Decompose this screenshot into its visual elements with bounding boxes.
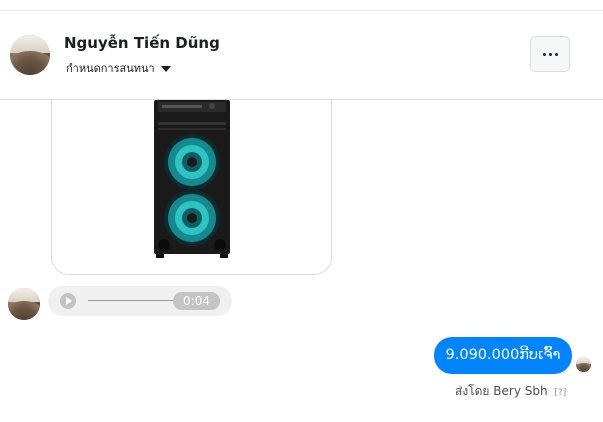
sender-name-link[interactable]: Bery Sbh [493,384,547,398]
audio-duration: 0:04 [173,292,220,310]
contact-avatar-small[interactable] [8,288,40,320]
sent-by-info: ส่งโดย Bery Sbh [?] [455,382,566,401]
help-link[interactable]: [?] [554,388,566,398]
contact-name[interactable]: Nguyễn Tiến Dũng [64,34,220,52]
conversation-settings-label: กำหนดการสนทนา [66,62,155,75]
caret-down-icon [160,65,171,72]
read-receipt-avatar [576,357,591,372]
shared-image-card[interactable] [51,100,332,275]
more-dots-icon [542,52,558,56]
audio-progress-track[interactable] [88,300,174,301]
audio-message-player: 0:04 [48,286,232,316]
conversation-header: Nguyễn Tiến Dũng กำหนดการสนทนา [0,11,603,100]
contact-avatar[interactable] [10,35,50,75]
speaker-product-image [154,100,230,258]
conversation-settings-dropdown[interactable]: กำหนดการสนทนา [66,59,171,77]
outgoing-message-bubble[interactable]: 9.090.000ກີບເຈົ້າ [434,337,572,374]
more-options-button[interactable] [530,36,570,72]
play-icon[interactable] [60,293,76,309]
sent-by-prefix: ส่งโดย [455,384,490,398]
